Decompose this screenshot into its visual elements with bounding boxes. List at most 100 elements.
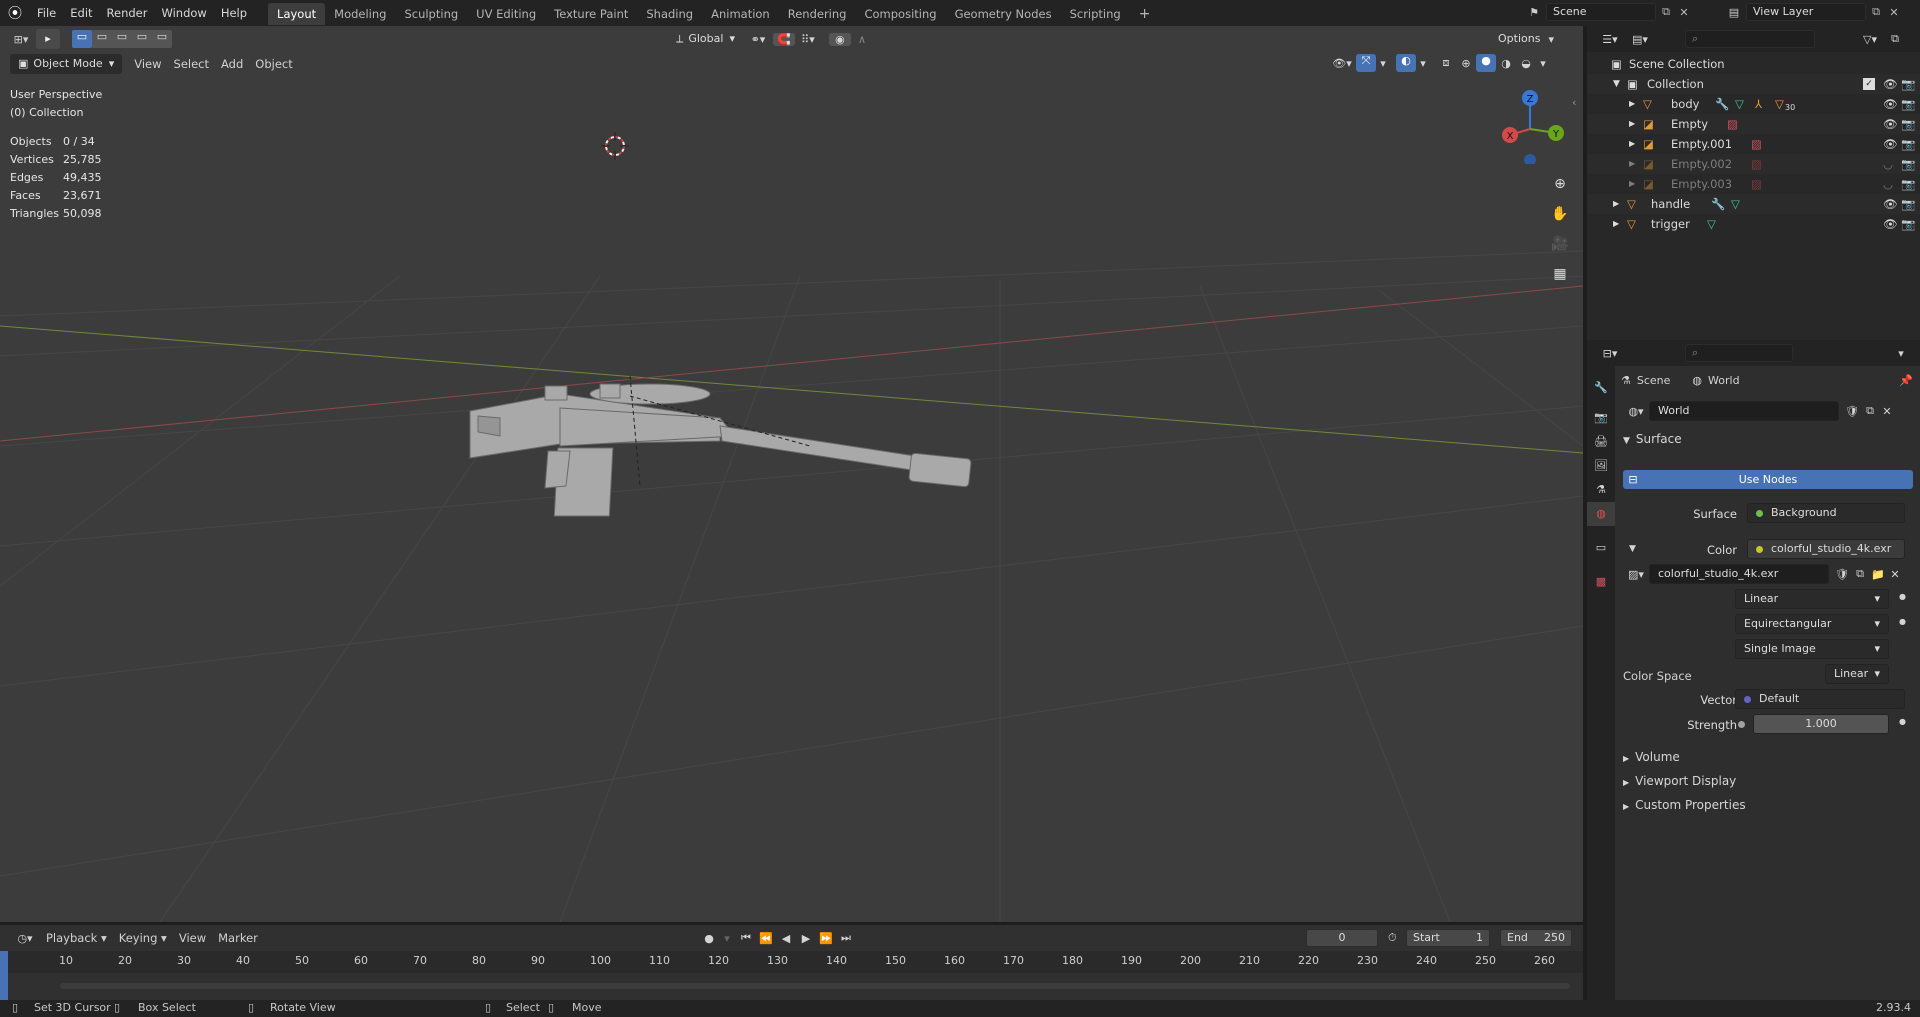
world-name-field[interactable]: World bbox=[1649, 401, 1839, 421]
perspective-toggle-icon[interactable]: ▦ bbox=[1548, 262, 1572, 286]
overlay-dropdown-icon[interactable]: ▾ bbox=[1416, 57, 1430, 70]
options-dropdown[interactable]: Options ▾ bbox=[1490, 29, 1554, 49]
surface-section-header[interactable]: ▼ Surface bbox=[1623, 428, 1682, 450]
menu-object[interactable]: Object bbox=[249, 54, 298, 74]
preview-range-icon[interactable]: ⏱ bbox=[1388, 931, 1397, 945]
surface-shader-field[interactable]: Background bbox=[1747, 503, 1905, 523]
interpolation-dropdown[interactable]: Linear ▾ bbox=[1735, 589, 1889, 609]
navigation-gizmo[interactable]: Z X Y bbox=[1490, 84, 1570, 164]
unlink-icon[interactable]: ✕ bbox=[1887, 568, 1903, 581]
jump-start-icon[interactable]: ⏮ bbox=[736, 931, 756, 945]
source-dropdown[interactable]: Single Image ▾ bbox=[1735, 639, 1889, 659]
overlay-toggle-icon[interactable]: ◐ bbox=[1396, 54, 1416, 72]
transform-orientation-dropdown[interactable]: ⟂ Global ▾ bbox=[668, 29, 743, 49]
duplicate-icon[interactable]: ⧉ bbox=[1851, 567, 1869, 581]
scene-name-field[interactable]: Scene bbox=[1546, 3, 1656, 21]
eye-icon[interactable]: 👁 bbox=[1883, 194, 1898, 214]
menu-render[interactable]: Render bbox=[100, 0, 155, 26]
keyframe-dot-icon[interactable]: ● bbox=[1899, 617, 1906, 626]
eye-icon[interactable]: 👁 bbox=[1883, 114, 1898, 134]
expand-arrow-icon[interactable]: ▶ bbox=[1613, 214, 1619, 234]
collection-tab-icon[interactable]: ▭ bbox=[1587, 536, 1615, 560]
properties-options-icon[interactable]: ▾ bbox=[1891, 347, 1911, 360]
add-workspace-button[interactable]: + bbox=[1130, 3, 1160, 25]
duplicate-icon[interactable]: ⧉ bbox=[1861, 404, 1879, 418]
pivot-point-icon[interactable]: ⚭▾ bbox=[743, 33, 773, 46]
color-input-field[interactable]: colorful_studio_4k.exr bbox=[1747, 539, 1905, 559]
display-mode-icon[interactable]: ▤▾ bbox=[1625, 33, 1655, 46]
tab-rendering[interactable]: Rendering bbox=[779, 3, 856, 25]
world-tab-icon[interactable]: ◍ bbox=[1587, 502, 1615, 526]
menu-select[interactable]: Select bbox=[168, 54, 215, 74]
record-icon[interactable]: ● bbox=[700, 932, 718, 945]
world-browse-icon[interactable]: ◍▾ bbox=[1623, 405, 1649, 418]
eye-icon[interactable]: 👁 bbox=[1883, 134, 1898, 154]
fake-user-icon[interactable]: 🛡 bbox=[1843, 405, 1861, 418]
menu-timeline-view[interactable]: View bbox=[173, 928, 212, 948]
expand-arrow-icon[interactable]: ▼ bbox=[1613, 74, 1620, 94]
tab-geometry-nodes[interactable]: Geometry Nodes bbox=[946, 3, 1061, 25]
tab-uv-editing[interactable]: UV Editing bbox=[467, 3, 545, 25]
delete-scene-icon[interactable]: ✕ bbox=[1676, 6, 1692, 19]
outliner-item-empty[interactable]: ▶ ◪ Empty ▨ 👁 📷 bbox=[1587, 114, 1920, 134]
timeline-editor-icon[interactable]: ◷▾ bbox=[10, 932, 40, 945]
end-frame-field[interactable]: End 250 bbox=[1500, 929, 1572, 947]
outliner-search-input[interactable]: ⌕ bbox=[1685, 30, 1815, 48]
sidebar-toggle-icon[interactable]: ‹ bbox=[1572, 96, 1576, 109]
tab-animation[interactable]: Animation bbox=[702, 3, 779, 25]
select-intersect-icon[interactable]: ▭ bbox=[152, 30, 172, 48]
gizmo-dropdown-icon[interactable]: ▾ bbox=[1376, 57, 1390, 70]
output-tab-icon[interactable]: 🖨 bbox=[1587, 430, 1615, 454]
render-camera-icon[interactable]: 📷 bbox=[1901, 154, 1915, 174]
outliner-editor-icon[interactable]: ☰▾ bbox=[1595, 33, 1625, 46]
render-camera-icon[interactable]: 📷 bbox=[1901, 194, 1915, 214]
viewport-display-section-header[interactable]: ▶ Viewport Display bbox=[1623, 770, 1736, 792]
jump-end-icon[interactable]: ⏭ bbox=[836, 931, 856, 945]
menu-view[interactable]: View bbox=[128, 54, 167, 74]
current-frame-field[interactable]: 0 bbox=[1306, 929, 1378, 947]
visibility-icon[interactable]: 👁▾ bbox=[1328, 57, 1356, 70]
tool-tab-icon[interactable]: 🔧 bbox=[1587, 376, 1615, 400]
outliner-item-empty-002[interactable]: ▶ ◪ Empty.002 ▨ ◡ 📷 bbox=[1587, 154, 1920, 174]
outliner-item-trigger[interactable]: ▶ ▽ trigger ▽ 👁 📷 bbox=[1587, 214, 1920, 234]
play-reverse-icon[interactable]: ◀ bbox=[776, 932, 796, 945]
menu-edit[interactable]: Edit bbox=[63, 0, 99, 26]
new-collection-icon[interactable]: ⧉ bbox=[1885, 32, 1905, 46]
color-expand-icon[interactable]: ▼ bbox=[1629, 544, 1636, 554]
properties-search-input[interactable]: ⌕ bbox=[1685, 344, 1793, 362]
pin-icon[interactable]: 📌 bbox=[1899, 374, 1913, 387]
render-camera-icon[interactable]: 📷 bbox=[1901, 214, 1915, 234]
record-options-icon[interactable]: ▾ bbox=[718, 932, 736, 945]
tab-shading[interactable]: Shading bbox=[637, 3, 702, 25]
select-invert-icon[interactable]: ▭ bbox=[132, 30, 152, 48]
menu-window[interactable]: Window bbox=[154, 0, 213, 26]
view-layer-field[interactable]: View Layer bbox=[1746, 3, 1866, 21]
render-camera-icon[interactable]: 📷 bbox=[1901, 94, 1915, 114]
render-camera-icon[interactable]: 📷 bbox=[1901, 114, 1915, 134]
expand-arrow-icon[interactable]: ▶ bbox=[1613, 194, 1619, 214]
select-extend-icon[interactable]: ▭ bbox=[92, 30, 112, 48]
menu-playback[interactable]: Playback ▾ bbox=[40, 928, 113, 948]
menu-file[interactable]: File bbox=[30, 0, 63, 26]
outliner-item-empty-003[interactable]: ▶ ◪ Empty.003 ▨ ◡ 📷 bbox=[1587, 174, 1920, 194]
new-scene-icon[interactable]: ⧉ bbox=[1656, 5, 1676, 19]
eye-icon[interactable]: 👁 bbox=[1883, 74, 1898, 94]
start-frame-field[interactable]: Start 1 bbox=[1406, 929, 1490, 947]
use-nodes-button[interactable]: ⊟ Use Nodes bbox=[1623, 470, 1913, 489]
custom-properties-section-header[interactable]: ▶ Custom Properties bbox=[1623, 794, 1746, 816]
expand-arrow-icon[interactable]: ▶ bbox=[1629, 174, 1635, 194]
falloff-icon[interactable]: ∧ bbox=[851, 33, 873, 46]
new-view-layer-icon[interactable]: ⧉ bbox=[1866, 5, 1886, 19]
wireframe-shading-icon[interactable]: ⊕ bbox=[1456, 57, 1476, 70]
unlink-icon[interactable]: ✕ bbox=[1879, 405, 1895, 418]
prev-keyframe-icon[interactable]: ⏪ bbox=[756, 932, 776, 945]
play-icon[interactable]: ▶ bbox=[796, 932, 816, 945]
image-browse-icon[interactable]: ▨▾ bbox=[1623, 568, 1649, 581]
tab-layout[interactable]: Layout bbox=[268, 3, 326, 25]
eye-icon[interactable]: 👁 bbox=[1883, 214, 1898, 234]
rendered-shading-icon[interactable]: ◒ bbox=[1516, 57, 1536, 70]
select-new-icon[interactable]: ▭ bbox=[72, 30, 92, 48]
menu-keying[interactable]: Keying ▾ bbox=[113, 928, 173, 948]
keyframe-dot-icon[interactable]: ● bbox=[1899, 592, 1906, 601]
expand-arrow-icon[interactable]: ▶ bbox=[1629, 114, 1635, 134]
